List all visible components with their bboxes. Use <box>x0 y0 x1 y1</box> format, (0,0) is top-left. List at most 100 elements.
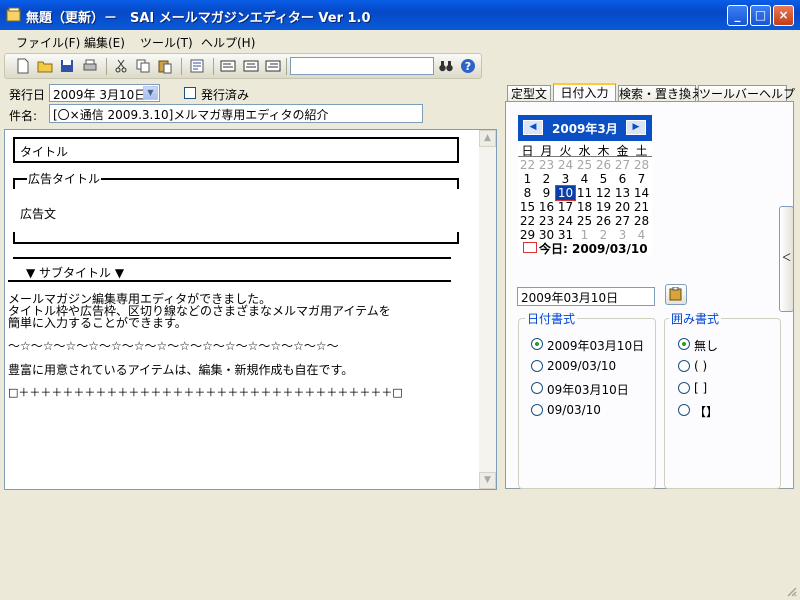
menu-tool[interactable]: ツール(T) <box>140 34 193 51</box>
edit-item-icon[interactable] <box>189 58 205 74</box>
issue-date-picker[interactable]: 2009年 3月10日 ▼ <box>49 84 160 102</box>
ad-frame <box>13 178 459 244</box>
calendar-day[interactable]: 25 <box>575 158 594 172</box>
toolbar-search-input[interactable] <box>290 57 434 75</box>
maximize-button[interactable]: □ <box>750 5 771 26</box>
enclosure-format-option[interactable]: 【】 <box>694 403 718 420</box>
enclosure-format-radio[interactable] <box>678 360 690 372</box>
date-format-option[interactable]: 2009/03/10 <box>547 359 616 373</box>
enclosure-format-radio[interactable] <box>678 404 690 416</box>
tab-search-replace[interactable]: 検索・置き換え <box>618 85 703 102</box>
calendar-day[interactable]: 14 <box>632 186 651 200</box>
scroll-up-arrow[interactable]: ▲ <box>479 130 496 147</box>
scroll-down-arrow[interactable]: ▼ <box>479 472 496 489</box>
binoculars-icon[interactable] <box>438 58 454 74</box>
calendar-day[interactable]: 11 <box>575 186 594 200</box>
calendar-day[interactable]: 17 <box>556 200 575 214</box>
calendar-day[interactable]: 13 <box>613 186 632 200</box>
calendar-day[interactable]: 23 <box>537 214 556 228</box>
editor-scrollbar[interactable]: ▲ ▼ <box>479 130 496 489</box>
align-right-icon[interactable] <box>265 58 281 74</box>
enclosure-format-title: 囲み書式 <box>669 310 722 327</box>
date-format-option[interactable]: 2009年03月10日 <box>547 337 644 354</box>
menu-help[interactable]: ヘルプ(H) <box>201 34 255 51</box>
weekday-divider <box>518 156 652 157</box>
subject-input[interactable]: [〇×通信 2009.3.10]メルマガ専用エディタの紹介 <box>49 104 423 123</box>
calendar-day[interactable]: 21 <box>632 200 651 214</box>
calendar-day[interactable]: 27 <box>613 214 632 228</box>
issued-checkbox[interactable] <box>184 87 196 99</box>
print-icon[interactable] <box>82 58 98 74</box>
date-format-radio[interactable] <box>531 404 543 416</box>
calendar-day[interactable]: 1 <box>518 172 537 186</box>
align-left-icon[interactable] <box>220 58 236 74</box>
help-icon[interactable]: ? <box>460 58 476 74</box>
body-line: 豊富に用意されているアイテムは、編集・新規作成も自在です。 <box>8 363 354 377</box>
calendar-day[interactable]: 18 <box>575 200 594 214</box>
date-format-radio[interactable] <box>531 360 543 372</box>
calendar-day[interactable]: 12 <box>594 186 613 200</box>
calendar-day[interactable]: 28 <box>632 214 651 228</box>
chevron-down-icon[interactable]: ▼ <box>143 86 158 100</box>
calendar-day[interactable]: 10 <box>555 185 576 201</box>
enclosure-format-option[interactable]: 無し <box>694 337 718 354</box>
date-format-radio[interactable] <box>531 382 543 394</box>
calendar-day[interactable]: 5 <box>594 172 613 186</box>
calendar-day[interactable]: 2 <box>537 172 556 186</box>
minimize-button[interactable]: _ <box>727 5 748 26</box>
window-title: 無題（更新）－ SAI メールマガジンエディター Ver 1.0 <box>26 11 371 26</box>
calendar-day[interactable]: 28 <box>632 158 651 172</box>
enclosure-format-radio[interactable] <box>678 338 690 350</box>
tab-toolbar-help[interactable]: ツールバーヘルプ <box>698 85 795 102</box>
insert-date-button[interactable] <box>665 284 687 305</box>
calendar-day[interactable]: 25 <box>575 214 594 228</box>
calendar-day[interactable]: 8 <box>518 186 537 200</box>
calendar-day[interactable]: 20 <box>613 200 632 214</box>
toolbar: ? <box>4 53 482 79</box>
date-format-option[interactable]: 09年03月10日 <box>547 381 629 398</box>
date-format-radio[interactable] <box>531 338 543 350</box>
today-label[interactable]: 今日: 2009/03/10 <box>539 240 648 257</box>
month-calendar[interactable]: ◀ 2009年3月 ▶ 日 月 火 水 木 金 土 22 23 24 25 26 27 28… <box>518 115 652 257</box>
title-bar[interactable]: 無題（更新）－ SAI メールマガジンエディター Ver 1.0 _ □ × <box>0 0 800 30</box>
calendar-day[interactable]: 16 <box>537 200 556 214</box>
calendar-day[interactable]: 24 <box>556 214 575 228</box>
calendar-day[interactable]: 26 <box>594 158 613 172</box>
cut-icon[interactable] <box>113 58 129 74</box>
enclosure-format-option[interactable]: [ ] <box>694 381 707 395</box>
menu-edit[interactable]: 編集(E) <box>84 34 125 51</box>
paste-icon[interactable] <box>157 58 173 74</box>
calendar-day[interactable]: 15 <box>518 200 537 214</box>
calendar-day[interactable]: 19 <box>594 200 613 214</box>
new-file-icon[interactable] <box>15 58 31 74</box>
resize-grip-icon[interactable] <box>785 585 797 597</box>
save-icon[interactable] <box>59 58 75 74</box>
calendar-day[interactable]: 3 <box>556 172 575 186</box>
calendar-day[interactable]: 26 <box>594 214 613 228</box>
calendar-day[interactable]: 29 <box>518 228 537 242</box>
calendar-day[interactable]: 6 <box>613 172 632 186</box>
next-month-button[interactable]: ▶ <box>626 120 646 135</box>
date-format-option[interactable]: 09/03/10 <box>547 403 601 417</box>
calendar-day[interactable]: 7 <box>632 172 651 186</box>
enclosure-format-option[interactable]: ( ) <box>694 359 707 373</box>
enclosure-format-radio[interactable] <box>678 382 690 394</box>
align-center-icon[interactable] <box>243 58 259 74</box>
calendar-day[interactable]: 9 <box>537 186 556 200</box>
prev-month-button[interactable]: ◀ <box>523 120 543 135</box>
panel-collapse-button[interactable]: ＜ <box>779 206 794 312</box>
date-output-input[interactable]: 2009年03月10日 <box>517 287 655 306</box>
close-button[interactable]: × <box>773 5 794 26</box>
calendar-day[interactable]: 24 <box>556 158 575 172</box>
tab-date-input[interactable]: 日付入力 <box>553 83 616 102</box>
tab-templates[interactable]: 定型文 <box>507 85 551 102</box>
calendar-day[interactable]: 4 <box>575 172 594 186</box>
open-folder-icon[interactable] <box>37 58 53 74</box>
copy-icon[interactable] <box>135 58 151 74</box>
calendar-day[interactable]: 27 <box>613 158 632 172</box>
calendar-day[interactable]: 22 <box>518 158 537 172</box>
calendar-day[interactable]: 22 <box>518 214 537 228</box>
editor-textarea[interactable]: タイトル 広告タイトル 広告文 ▼ サブタイトル ▼ メールマガジン編集専用エデ… <box>4 129 497 490</box>
calendar-day[interactable]: 23 <box>537 158 556 172</box>
menu-file[interactable]: ファイル(F) <box>16 34 80 51</box>
